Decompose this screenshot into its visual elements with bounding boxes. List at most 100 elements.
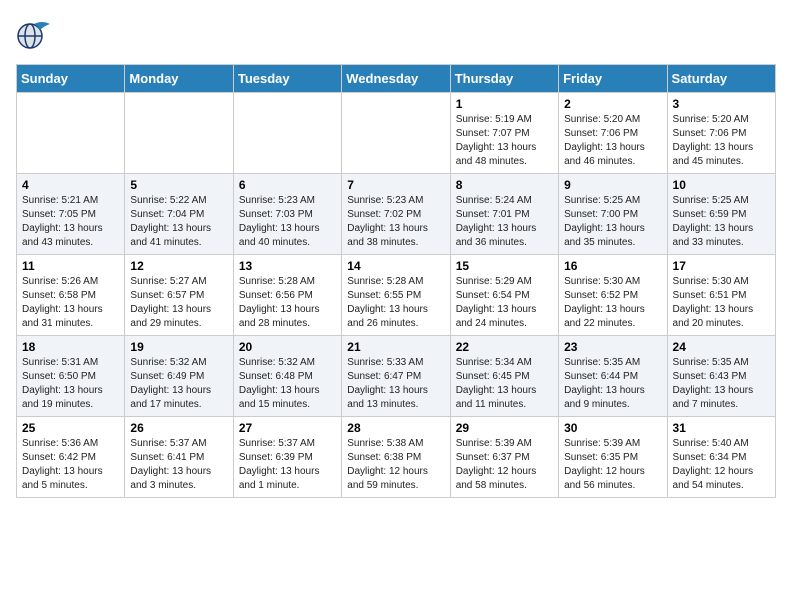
day-info: Sunrise: 5:29 AM Sunset: 6:54 PM Dayligh… (456, 275, 553, 331)
day-number: 29 (456, 421, 553, 435)
week-row-4: 18 Sunrise: 5:31 AM Sunset: 6:50 PM Dayli… (17, 336, 776, 417)
day-info: Sunrise: 5:30 AM Sunset: 6:51 PM Dayligh… (673, 275, 770, 331)
calendar-cell: 28 Sunrise: 5:38 AM Sunset: 6:38 PM Dayli… (342, 417, 450, 498)
day-info: Sunrise: 5:37 AM Sunset: 6:41 PM Dayligh… (130, 437, 227, 493)
day-number: 10 (673, 178, 770, 192)
calendar-cell: 31 Sunrise: 5:40 AM Sunset: 6:34 PM Dayli… (667, 417, 775, 498)
calendar-cell: 8Sunrise: 5:24 AM Sunset: 7:01 PM Daylig… (450, 174, 558, 255)
week-row-1: 1 Sunrise: 5:19 AM Sunset: 7:07 PM Daylig… (17, 93, 776, 174)
calendar-table: SundayMondayTuesdayWednesdayThursdayFrid… (16, 64, 776, 498)
day-number: 3 (673, 97, 770, 111)
day-number: 30 (564, 421, 661, 435)
day-info: Sunrise: 5:39 AM Sunset: 6:37 PM Dayligh… (456, 437, 553, 493)
weekday-header-thursday: Thursday (450, 65, 558, 93)
calendar-cell: 1 Sunrise: 5:19 AM Sunset: 7:07 PM Daylig… (450, 93, 558, 174)
weekday-header-row: SundayMondayTuesdayWednesdayThursdayFrid… (17, 65, 776, 93)
day-number: 4 (22, 178, 119, 192)
calendar-cell: 26Sunrise: 5:37 AM Sunset: 6:41 PM Dayli… (125, 417, 233, 498)
day-info: Sunrise: 5:20 AM Sunset: 7:06 PM Dayligh… (673, 113, 770, 169)
day-info: Sunrise: 5:26 AM Sunset: 6:58 PM Dayligh… (22, 275, 119, 331)
day-info: Sunrise: 5:38 AM Sunset: 6:38 PM Dayligh… (347, 437, 444, 493)
day-info: Sunrise: 5:40 AM Sunset: 6:34 PM Dayligh… (673, 437, 770, 493)
day-info: Sunrise: 5:23 AM Sunset: 7:03 PM Dayligh… (239, 194, 336, 250)
calendar-cell: 29 Sunrise: 5:39 AM Sunset: 6:37 PM Dayli… (450, 417, 558, 498)
day-info: Sunrise: 5:30 AM Sunset: 6:52 PM Dayligh… (564, 275, 661, 331)
day-number: 8 (456, 178, 553, 192)
calendar-cell: 15 Sunrise: 5:29 AM Sunset: 6:54 PM Dayli… (450, 255, 558, 336)
day-info: Sunrise: 5:32 AM Sunset: 6:49 PM Dayligh… (130, 356, 227, 412)
weekday-header-tuesday: Tuesday (233, 65, 341, 93)
day-info: Sunrise: 5:22 AM Sunset: 7:04 PM Dayligh… (130, 194, 227, 250)
week-row-3: 11 Sunrise: 5:26 AM Sunset: 6:58 PM Dayli… (17, 255, 776, 336)
calendar-cell (233, 93, 341, 174)
day-info: Sunrise: 5:35 AM Sunset: 6:43 PM Dayligh… (673, 356, 770, 412)
calendar-cell: 6 Sunrise: 5:23 AM Sunset: 7:03 PM Daylig… (233, 174, 341, 255)
calendar-cell: 24Sunrise: 5:35 AM Sunset: 6:43 PM Dayli… (667, 336, 775, 417)
weekday-header-sunday: Sunday (17, 65, 125, 93)
calendar-cell: 27 Sunrise: 5:37 AM Sunset: 6:39 PM Dayli… (233, 417, 341, 498)
calendar-cell: 20 Sunrise: 5:32 AM Sunset: 6:48 PM Dayli… (233, 336, 341, 417)
logo-icon (16, 16, 54, 54)
day-number: 6 (239, 178, 336, 192)
day-number: 31 (673, 421, 770, 435)
day-info: Sunrise: 5:25 AM Sunset: 7:00 PM Dayligh… (564, 194, 661, 250)
day-number: 18 (22, 340, 119, 354)
calendar-cell: 17 Sunrise: 5:30 AM Sunset: 6:51 PM Dayli… (667, 255, 775, 336)
calendar-cell: 12 Sunrise: 5:27 AM Sunset: 6:57 PM Dayli… (125, 255, 233, 336)
day-info: Sunrise: 5:27 AM Sunset: 6:57 PM Dayligh… (130, 275, 227, 331)
calendar-cell: 25 Sunrise: 5:36 AM Sunset: 6:42 PM Dayli… (17, 417, 125, 498)
day-number: 1 (456, 97, 553, 111)
calendar-cell: 9 Sunrise: 5:25 AM Sunset: 7:00 PM Daylig… (559, 174, 667, 255)
day-info: Sunrise: 5:39 AM Sunset: 6:35 PM Dayligh… (564, 437, 661, 493)
day-info: Sunrise: 5:19 AM Sunset: 7:07 PM Dayligh… (456, 113, 553, 169)
day-number: 2 (564, 97, 661, 111)
calendar-cell: 13Sunrise: 5:28 AM Sunset: 6:56 PM Dayli… (233, 255, 341, 336)
day-number: 16 (564, 259, 661, 273)
calendar-cell: 18 Sunrise: 5:31 AM Sunset: 6:50 PM Dayli… (17, 336, 125, 417)
calendar-cell: 4 Sunrise: 5:21 AM Sunset: 7:05 PM Daylig… (17, 174, 125, 255)
day-number: 7 (347, 178, 444, 192)
day-number: 15 (456, 259, 553, 273)
calendar-cell: 3 Sunrise: 5:20 AM Sunset: 7:06 PM Daylig… (667, 93, 775, 174)
day-info: Sunrise: 5:33 AM Sunset: 6:47 PM Dayligh… (347, 356, 444, 412)
week-row-5: 25 Sunrise: 5:36 AM Sunset: 6:42 PM Dayli… (17, 417, 776, 498)
calendar-cell (125, 93, 233, 174)
week-row-2: 4 Sunrise: 5:21 AM Sunset: 7:05 PM Daylig… (17, 174, 776, 255)
weekday-header-wednesday: Wednesday (342, 65, 450, 93)
day-info: Sunrise: 5:23 AM Sunset: 7:02 PM Dayligh… (347, 194, 444, 250)
calendar-cell: 7 Sunrise: 5:23 AM Sunset: 7:02 PM Daylig… (342, 174, 450, 255)
calendar-cell: 16 Sunrise: 5:30 AM Sunset: 6:52 PM Dayli… (559, 255, 667, 336)
calendar-cell (342, 93, 450, 174)
day-number: 9 (564, 178, 661, 192)
calendar-cell: 14Sunrise: 5:28 AM Sunset: 6:55 PM Dayli… (342, 255, 450, 336)
day-info: Sunrise: 5:21 AM Sunset: 7:05 PM Dayligh… (22, 194, 119, 250)
day-number: 25 (22, 421, 119, 435)
page-header (16, 16, 776, 54)
day-info: Sunrise: 5:36 AM Sunset: 6:42 PM Dayligh… (22, 437, 119, 493)
day-number: 11 (22, 259, 119, 273)
calendar-cell: 21Sunrise: 5:33 AM Sunset: 6:47 PM Dayli… (342, 336, 450, 417)
day-number: 20 (239, 340, 336, 354)
day-info: Sunrise: 5:35 AM Sunset: 6:44 PM Dayligh… (564, 356, 661, 412)
day-number: 17 (673, 259, 770, 273)
day-number: 19 (130, 340, 227, 354)
weekday-header-saturday: Saturday (667, 65, 775, 93)
calendar-cell: 2 Sunrise: 5:20 AM Sunset: 7:06 PM Daylig… (559, 93, 667, 174)
day-number: 12 (130, 259, 227, 273)
day-info: Sunrise: 5:32 AM Sunset: 6:48 PM Dayligh… (239, 356, 336, 412)
day-number: 23 (564, 340, 661, 354)
day-number: 5 (130, 178, 227, 192)
calendar-cell: 19 Sunrise: 5:32 AM Sunset: 6:49 PM Dayli… (125, 336, 233, 417)
calendar-cell: 11 Sunrise: 5:26 AM Sunset: 6:58 PM Dayli… (17, 255, 125, 336)
day-number: 22 (456, 340, 553, 354)
logo (16, 16, 58, 54)
day-info: Sunrise: 5:37 AM Sunset: 6:39 PM Dayligh… (239, 437, 336, 493)
weekday-header-monday: Monday (125, 65, 233, 93)
calendar-cell: 5 Sunrise: 5:22 AM Sunset: 7:04 PM Daylig… (125, 174, 233, 255)
calendar-cell (17, 93, 125, 174)
day-number: 28 (347, 421, 444, 435)
day-info: Sunrise: 5:28 AM Sunset: 6:56 PM Dayligh… (239, 275, 336, 331)
day-number: 27 (239, 421, 336, 435)
day-info: Sunrise: 5:20 AM Sunset: 7:06 PM Dayligh… (564, 113, 661, 169)
day-info: Sunrise: 5:31 AM Sunset: 6:50 PM Dayligh… (22, 356, 119, 412)
